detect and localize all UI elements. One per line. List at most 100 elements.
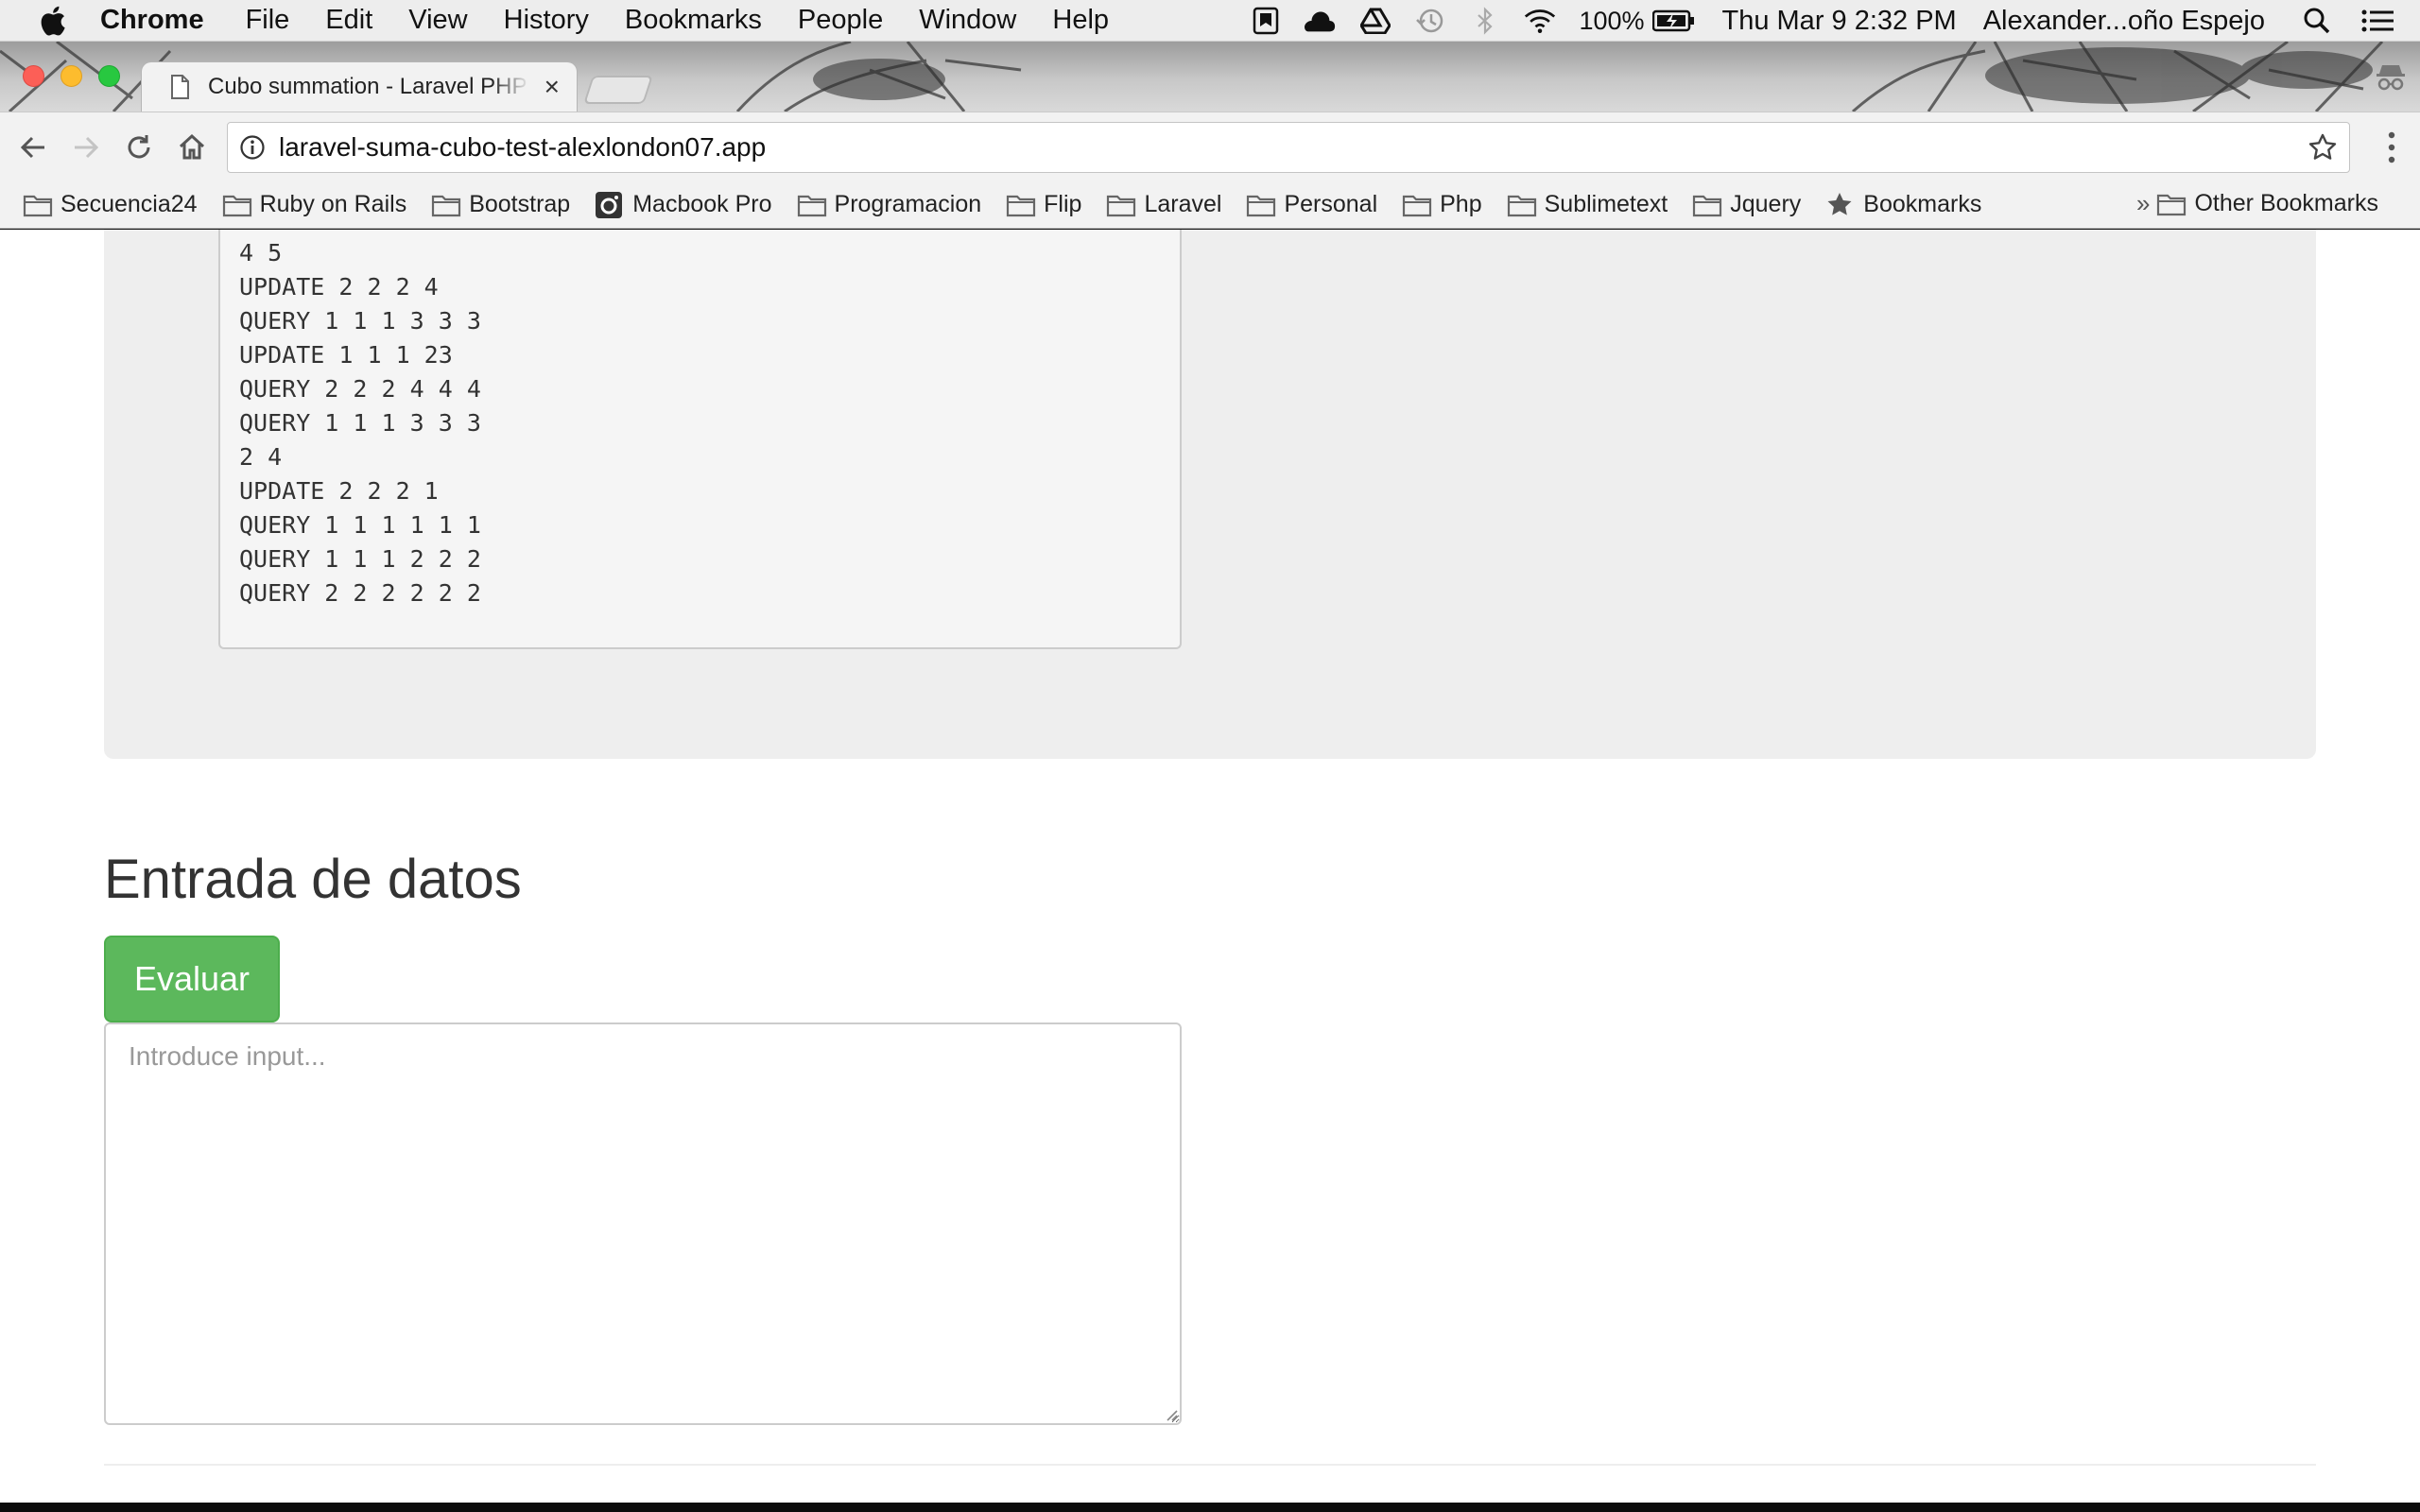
menu-people[interactable]: People (798, 5, 883, 36)
menu-view[interactable]: View (408, 5, 467, 36)
battery-icon[interactable] (1651, 7, 1696, 35)
info-icon[interactable] (239, 134, 266, 161)
example-line: QUERY 1 1 1 1 1 1 (239, 511, 481, 539)
browser-toolbar: laravel-suma-cubo-test-alexlondon07.app (0, 112, 2420, 181)
tab-strip: Cubo summation - Laravel PHP × (0, 42, 2420, 112)
bookmark-personal[interactable]: Personal (1246, 191, 1377, 218)
folder-icon (1107, 195, 1136, 216)
bookmark-label: Secuencia24 (60, 191, 198, 217)
menu-window[interactable]: Window (919, 5, 1016, 36)
example-line: UPDATE 1 1 1 23 (239, 341, 453, 369)
folder-icon (2157, 194, 2187, 215)
bookmark-star-icon[interactable] (2308, 132, 2338, 163)
drive-icon[interactable] (1359, 7, 1392, 35)
bookmark-label: Programacion (834, 191, 982, 217)
bookmark-laravel[interactable]: Laravel (1106, 191, 1221, 218)
bookmark-label: Personal (1284, 191, 1378, 217)
notification-list-icon[interactable] (2361, 7, 2394, 35)
folder-icon (1007, 195, 1036, 216)
evaluar-button[interactable]: Evaluar (104, 936, 280, 1022)
bookmark-flip[interactable]: Flip (1006, 191, 1081, 218)
example-line: 4 5 (239, 239, 283, 266)
clock[interactable]: Thu Mar 9 2:32 PM (1722, 6, 1957, 37)
bookmark-label: Bootstrap (469, 191, 571, 217)
bookmark-php[interactable]: Php (1402, 191, 1482, 218)
camera-icon (596, 191, 623, 218)
bookmark-bootstrap[interactable]: Bootstrap (431, 191, 570, 218)
screen-bottom-edge (0, 1503, 2420, 1512)
menu-edit[interactable]: Edit (325, 5, 372, 36)
new-tab-button[interactable] (583, 76, 653, 104)
bookmarks-overflow-icon[interactable]: » (2136, 189, 2150, 218)
folder-icon (23, 195, 53, 216)
folder-icon (797, 195, 826, 216)
bookmark-sublimetext[interactable]: Sublimetext (1507, 191, 1668, 218)
example-lines: 4 5 UPDATE 2 2 2 4 QUERY 1 1 1 3 3 3 UPD… (239, 236, 481, 610)
bookmark-other-bookmarks[interactable]: Other Bookmarks (2156, 190, 2378, 217)
macos-menubar: Chrome File Edit View History Bookmarks … (0, 0, 2420, 42)
bookmark-secuencia24[interactable]: Secuencia24 (23, 191, 198, 218)
status-area: 100% Thu Mar 9 2:32 PM Alexander...oño E… (1227, 0, 2394, 42)
example-line: QUERY 2 2 2 4 4 4 (239, 375, 481, 403)
tab-close-icon[interactable]: × (544, 74, 560, 100)
folder-icon (1693, 195, 1722, 216)
battery-percent: 100% (1579, 6, 1645, 35)
example-input-block: 4 5 UPDATE 2 2 2 4 QUERY 1 1 1 3 3 3 UPD… (218, 230, 1182, 649)
bluetooth-icon[interactable] (1469, 7, 1501, 35)
window-minimize-button[interactable] (60, 65, 82, 87)
menu-help[interactable]: Help (1052, 5, 1109, 36)
home-icon[interactable] (174, 129, 210, 165)
folder-icon (1403, 195, 1432, 216)
folder-icon (222, 195, 251, 216)
example-line: 2 4 (239, 443, 283, 471)
example-line: UPDATE 2 2 2 4 (239, 273, 439, 301)
menu-history[interactable]: History (504, 5, 589, 36)
bookmark-app-icon[interactable] (1250, 7, 1282, 35)
bookmarks-bar: Secuencia24 Ruby on Rails Bootstrap Macb… (0, 181, 2420, 229)
address-bar[interactable]: laravel-suma-cubo-test-alexlondon07.app (227, 122, 2350, 173)
folder-icon (1247, 195, 1276, 216)
bookmark-label: Ruby on Rails (259, 191, 407, 217)
divider (104, 1464, 2316, 1466)
folder-icon (432, 195, 461, 216)
page-viewport[interactable]: 4 5 UPDATE 2 2 2 4 QUERY 1 1 1 3 3 3 UPD… (0, 230, 2420, 1503)
time-machine-icon[interactable] (1414, 7, 1446, 35)
menu-bookmarks[interactable]: Bookmarks (625, 5, 762, 36)
tab-cubo-summation[interactable]: Cubo summation - Laravel PHP × (142, 62, 577, 112)
bookmark-programacion[interactable]: Programacion (797, 191, 982, 218)
bookmark-label: Laravel (1144, 191, 1222, 217)
menu-chrome[interactable]: Chrome (100, 5, 204, 36)
bookmark-bookmarks[interactable]: Bookmarks (1825, 191, 1981, 219)
folder-icon (1507, 195, 1536, 216)
example-line: QUERY 1 1 1 2 2 2 (239, 545, 481, 573)
bookmark-label: Other Bookmarks (2194, 190, 2378, 216)
menu-file[interactable]: File (246, 5, 290, 36)
bookmark-ruby-on-rails[interactable]: Ruby on Rails (222, 191, 407, 218)
star-icon (1827, 192, 1852, 215)
back-icon[interactable] (15, 129, 51, 165)
bookmark-jquery[interactable]: Jquery (1692, 191, 1801, 218)
bookmark-label: Jquery (1730, 191, 1802, 217)
bookmark-label: Bookmarks (1863, 191, 1982, 217)
profile-icon[interactable] (2375, 60, 2407, 93)
bookmark-label: Php (1440, 191, 1482, 217)
window-close-button[interactable] (23, 65, 44, 87)
bookmark-label: Flip (1044, 191, 1082, 217)
spotlight-search-icon[interactable] (2301, 7, 2333, 35)
tab-title: Cubo summation - Laravel PHP (208, 74, 527, 99)
wifi-icon[interactable] (1524, 7, 1556, 35)
user-name[interactable]: Alexander...oño Espejo (1983, 6, 2265, 37)
url-text[interactable]: laravel-suma-cubo-test-alexlondon07.app (279, 132, 766, 163)
window-maximize-button[interactable] (98, 65, 120, 87)
chrome-menu-icon[interactable] (2386, 129, 2397, 165)
section-title: Entrada de datos (104, 849, 522, 910)
cloud-icon[interactable] (1305, 7, 1337, 35)
bookmark-macbook-pro[interactable]: Macbook Pro (595, 191, 772, 219)
reload-icon[interactable] (121, 129, 157, 165)
apple-logo-icon[interactable] (38, 5, 66, 37)
document-icon (171, 75, 189, 99)
example-line: UPDATE 2 2 2 1 (239, 477, 439, 505)
input-textarea[interactable] (104, 1022, 1182, 1425)
forward-icon[interactable] (68, 129, 104, 165)
example-line: QUERY 1 1 1 3 3 3 (239, 307, 481, 335)
